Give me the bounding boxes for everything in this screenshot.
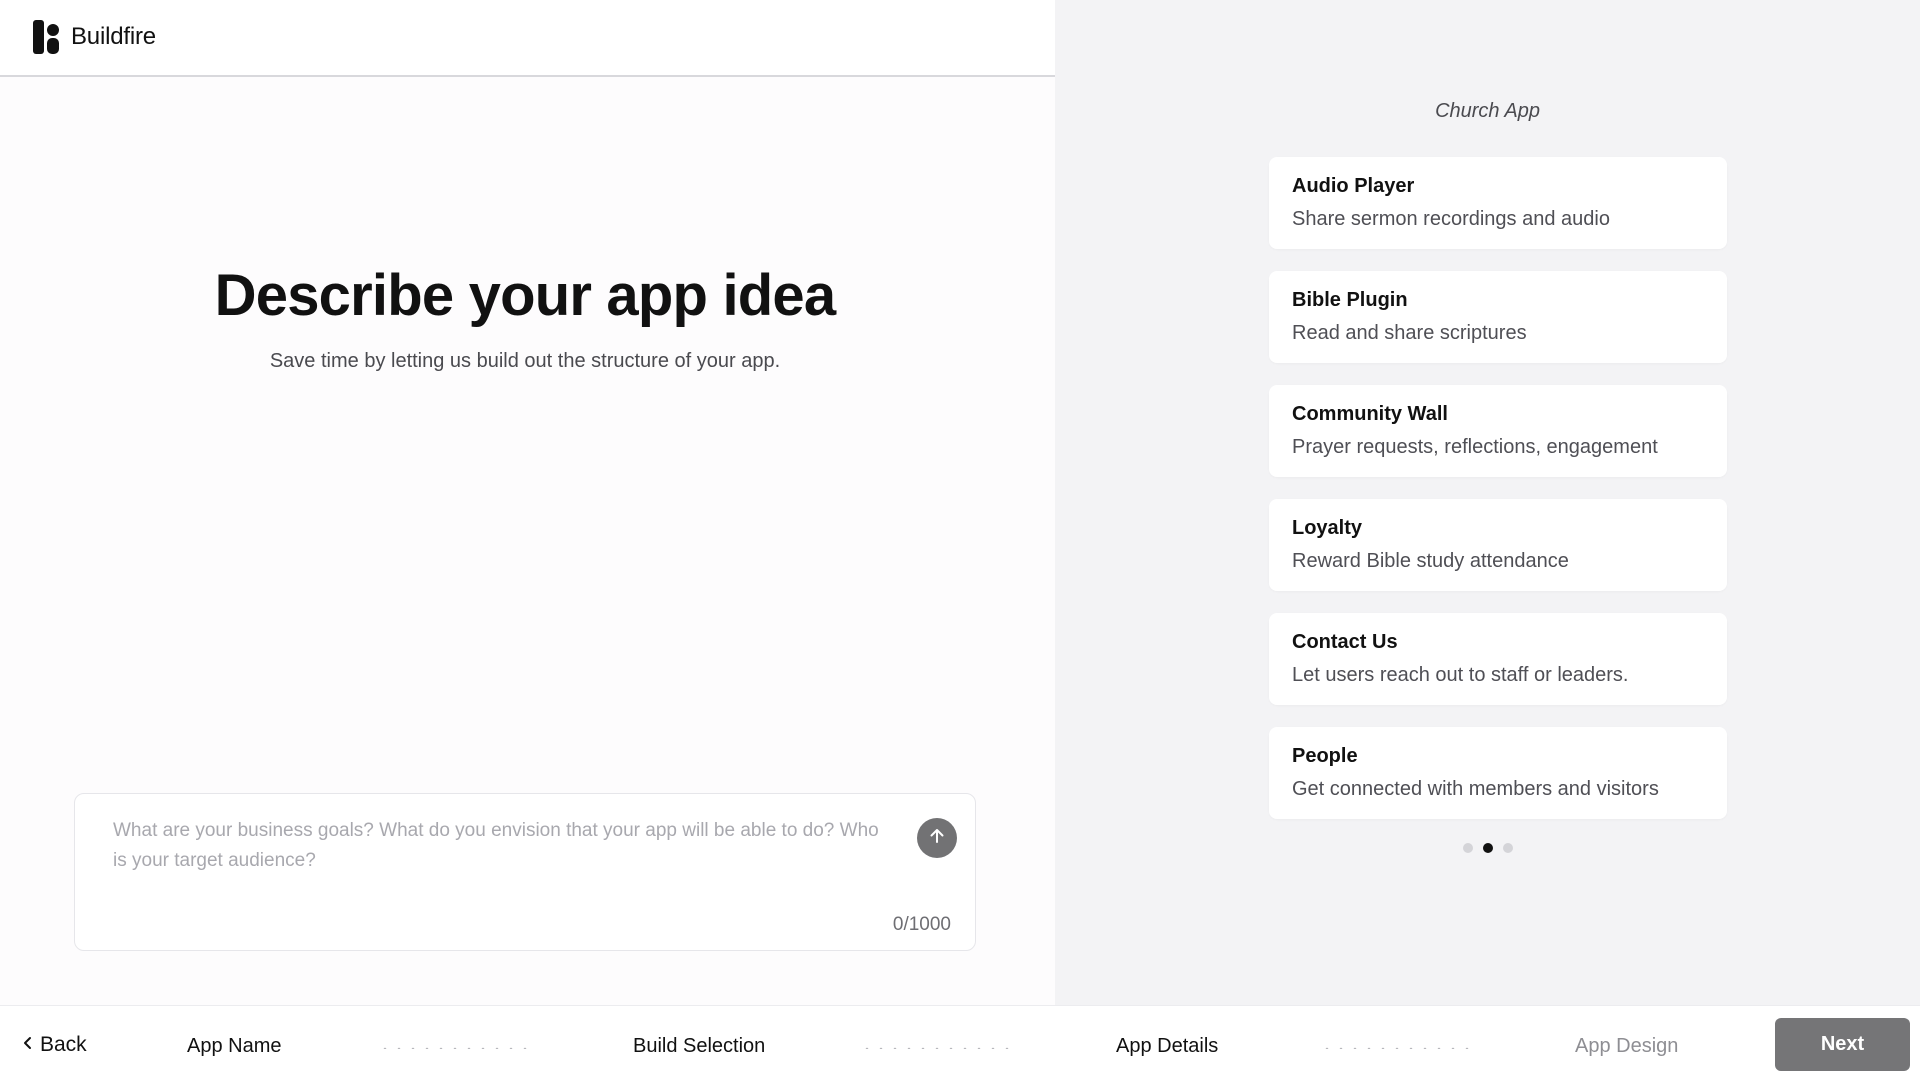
carousel-indicator bbox=[1055, 843, 1920, 853]
carousel-dot-active[interactable] bbox=[1482, 843, 1493, 853]
step-build-selection: Build Selection bbox=[633, 1035, 766, 1057]
feature-card-description: Get connected with members and visitors bbox=[1292, 778, 1659, 800]
carousel-dot[interactable] bbox=[1502, 843, 1513, 853]
feature-card-title: Audio Player bbox=[1292, 175, 1415, 197]
feature-card-title: People bbox=[1292, 745, 1358, 767]
feature-card-title: Loyalty bbox=[1292, 517, 1363, 539]
step-app-design: App Design bbox=[1575, 1035, 1679, 1057]
feature-card: Loyalty Reward Bible study attendance bbox=[1269, 499, 1727, 591]
back-label: Back bbox=[40, 1033, 87, 1056]
app-idea-box: 0/1000 bbox=[74, 793, 976, 951]
preview-panel: Church App Audio Player Share sermon rec… bbox=[1055, 0, 1920, 1005]
arrow-up-icon bbox=[927, 826, 947, 851]
back-button[interactable]: Back bbox=[22, 1033, 87, 1057]
feature-card: Audio Player Share sermon recordings and… bbox=[1269, 157, 1727, 249]
feature-card: People Get connected with members and vi… bbox=[1269, 727, 1727, 819]
step-app-name: App Name bbox=[187, 1035, 282, 1057]
page-title: Describe your app idea bbox=[214, 263, 836, 328]
wizard-footer: Back App Name Build Selection App Detail… bbox=[0, 1005, 1920, 1080]
brand-logo[interactable]: Buildfire bbox=[33, 20, 156, 54]
feature-card-description: Read and share scriptures bbox=[1292, 322, 1527, 344]
feature-card: Contact Us Let users reach out to staff … bbox=[1269, 613, 1727, 705]
feature-card-list: Audio Player Share sermon recordings and… bbox=[1269, 157, 1727, 841]
feature-card: Bible Plugin Read and share scriptures bbox=[1269, 271, 1727, 363]
feature-card: Community Wall Prayer requests, reflecti… bbox=[1269, 385, 1727, 477]
preview-title: Church App bbox=[1435, 100, 1540, 122]
feature-card-description: Share sermon recordings and audio bbox=[1292, 208, 1610, 230]
app-idea-input[interactable] bbox=[113, 816, 883, 896]
next-button[interactable]: Next bbox=[1775, 1018, 1910, 1071]
step-separator bbox=[378, 1047, 528, 1049]
feature-card-description: Reward Bible study attendance bbox=[1292, 550, 1569, 572]
chevron-left-icon bbox=[22, 1033, 34, 1057]
send-button[interactable] bbox=[917, 818, 957, 858]
feature-card-description: Prayer requests, reflections, engagement bbox=[1292, 436, 1658, 458]
step-separator bbox=[860, 1047, 1010, 1049]
main-panel: Buildfire Describe your app idea Save ti… bbox=[0, 0, 1055, 1005]
character-counter: 0/1000 bbox=[892, 914, 951, 935]
header-bar: Buildfire bbox=[0, 0, 1055, 77]
carousel-dot[interactable] bbox=[1462, 843, 1473, 853]
feature-card-title: Community Wall bbox=[1292, 403, 1448, 425]
step-app-details: App Details bbox=[1116, 1035, 1219, 1057]
buildfire-logo-icon bbox=[33, 20, 63, 54]
step-separator bbox=[1320, 1047, 1470, 1049]
page-subtitle: Save time by letting us build out the st… bbox=[269, 350, 781, 372]
feature-card-description: Let users reach out to staff or leaders. bbox=[1292, 664, 1629, 686]
feature-card-title: Bible Plugin bbox=[1292, 289, 1408, 311]
feature-card-title: Contact Us bbox=[1292, 631, 1398, 653]
brand-name: Buildfire bbox=[71, 23, 156, 50]
